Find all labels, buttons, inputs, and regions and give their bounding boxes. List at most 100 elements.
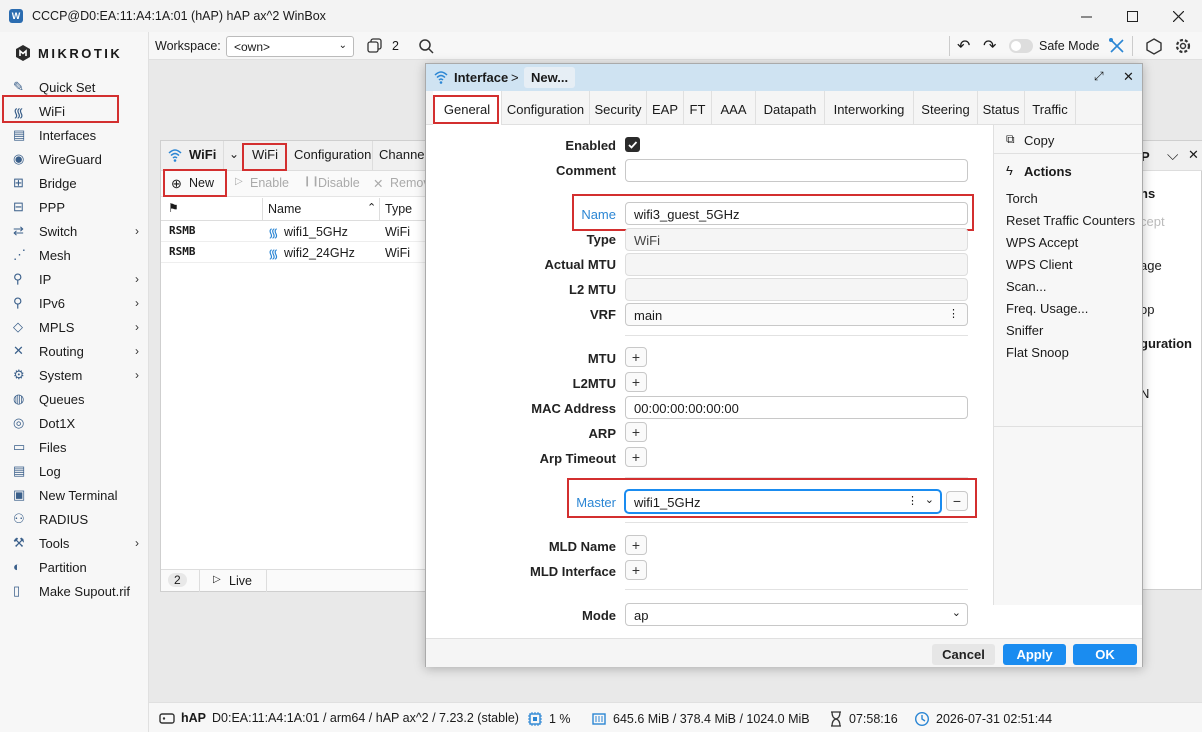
action-freq-usage[interactable]: Freq. Usage... [1006, 301, 1088, 316]
tools-icon: ⚒ [13, 535, 25, 550]
safe-mode-toggle[interactable] [1009, 39, 1033, 53]
arp-timeout-add-button[interactable]: + [625, 447, 647, 467]
mode-select[interactable]: ap ⌄ [625, 603, 968, 626]
sidebar-item-ip[interactable]: ⚲ IP › [0, 267, 149, 291]
enable-button[interactable]: Enable [250, 176, 289, 190]
sidebar-item-label: Interfaces [39, 128, 97, 143]
separator [625, 589, 968, 590]
sidebar-item-dot1x[interactable]: ◎ Dot1X [0, 411, 149, 435]
bridge-icon: ⊞ [13, 175, 24, 190]
restore-icon[interactable]: ⤢ [1094, 69, 1104, 84]
sidebar-item-make-supout-rif[interactable]: ▯ Make Supout.rif [0, 579, 149, 603]
tab-configuration[interactable]: Configuration [502, 91, 590, 125]
action-sniffer[interactable]: Sniffer [1006, 323, 1043, 338]
live-button[interactable]: Live [229, 574, 252, 588]
sidebar-item-log[interactable]: ▤ Log [0, 459, 149, 483]
copy-button[interactable]: Copy [1024, 133, 1054, 148]
row-count: 2 [168, 573, 187, 587]
chevron-down-icon[interactable]: ⌄ [229, 147, 239, 161]
tab-interworking[interactable]: Interworking [825, 91, 914, 125]
remove-button[interactable]: Remov [390, 176, 430, 190]
action-wps-accept[interactable]: WPS Accept [1006, 235, 1078, 250]
close-window-button[interactable] [1155, 0, 1201, 32]
tab-status[interactable]: Status [978, 91, 1025, 125]
gear-icon[interactable] [1174, 37, 1192, 55]
action-torch[interactable]: Torch [1006, 191, 1038, 206]
dot1x-icon: ◎ [13, 415, 25, 430]
sidebar-item-queues[interactable]: ◍ Queues [0, 387, 149, 411]
action-wps-client[interactable]: WPS Client [1006, 257, 1072, 272]
workspace-select[interactable]: <own> ⌄ [226, 36, 354, 57]
sidebar-item-ipv6[interactable]: ⚲ IPv6 › [0, 291, 149, 315]
enabled-checkbox[interactable] [625, 137, 640, 152]
sidebar-item-label: IPv6 [39, 296, 66, 311]
sidebar-item-files[interactable]: ▭ Files [0, 435, 149, 459]
l2-mtu-label: L2 MTU [569, 282, 616, 297]
tab-eap[interactable]: EAP [647, 91, 684, 125]
sidebar-item-interfaces[interactable]: ▤ Interfaces [0, 123, 149, 147]
minimize-button[interactable] [1063, 0, 1109, 32]
vrf-select[interactable]: main ⋮ [625, 303, 968, 326]
tab-channel[interactable]: Channel [379, 147, 427, 162]
table-header: ⚑ Name ⌃ Type [161, 198, 431, 221]
hierarchy-icon[interactable] [1108, 37, 1126, 55]
dialog-button-bar: Cancel Apply OK [426, 638, 1142, 667]
vrf-label: VRF [590, 307, 616, 322]
sidebar-item-new-terminal[interactable]: ▣ New Terminal [0, 483, 149, 507]
tab-steering[interactable]: Steering [914, 91, 978, 125]
sidebar-item-mesh[interactable]: ⋰ Mesh [0, 243, 149, 267]
mtu-add-button[interactable]: + [625, 347, 647, 367]
sidebar-item-tools[interactable]: ⚒ Tools › [0, 531, 149, 555]
wifi-window-header: WiFi ⌄ WiFi Configuration Channel [161, 141, 431, 171]
tab-datapath[interactable]: Datapath [756, 91, 825, 125]
mac-address-field[interactable]: 00:00:00:00:00:00 [625, 396, 968, 419]
tab-security[interactable]: Security [590, 91, 647, 125]
column-name[interactable]: Name [268, 202, 301, 216]
sidebar-item-system[interactable]: ⚙ System › [0, 363, 149, 387]
ok-button[interactable]: OK [1073, 644, 1137, 665]
table-row[interactable]: RSMB ᯾ wifi2_24GHz WiFi [161, 242, 431, 263]
table-row[interactable]: RSMB ᯾ wifi1_5GHz WiFi [161, 221, 431, 242]
apply-button[interactable]: Apply [1003, 644, 1066, 665]
close-icon[interactable]: ✕ [1123, 69, 1134, 85]
dialog-titlebar: Interface > New... ⤢ ✕ [426, 64, 1142, 91]
maximize-button[interactable] [1109, 0, 1155, 32]
column-type[interactable]: Type [385, 202, 412, 216]
disable-button[interactable]: Disable [318, 176, 360, 190]
arp-add-button[interactable]: + [625, 422, 647, 442]
sidebar-item-radius[interactable]: ⚇ RADIUS [0, 507, 149, 531]
windows-icon[interactable] [367, 38, 383, 54]
system-icon: ⚙ [13, 367, 25, 382]
sidebar-item-label: Bridge [39, 176, 77, 191]
mld-interface-add-button[interactable]: + [625, 560, 647, 580]
interfaces-icon: ▤ [13, 127, 26, 142]
action-scan[interactable]: Scan... [1006, 279, 1046, 294]
tab-configuration[interactable]: Configuration [294, 147, 371, 162]
dialog-title: New... [524, 67, 576, 88]
sidebar-item-wireguard[interactable]: ◉ WireGuard [0, 147, 149, 171]
undo-icon[interactable]: ↶ [957, 36, 970, 56]
tab-ft[interactable]: FT [684, 91, 712, 125]
action-flat-snoop[interactable]: Flat Snoop [1006, 345, 1069, 360]
memory-icon [591, 711, 607, 727]
sidebar-item-ppp[interactable]: ⊟ PPP [0, 195, 149, 219]
package-icon[interactable] [1145, 37, 1163, 55]
comment-field[interactable] [625, 159, 968, 182]
redo-icon[interactable]: ↷ [983, 36, 996, 56]
row-type: WiFi [385, 246, 410, 260]
tab-aaa[interactable]: AAA [712, 91, 756, 125]
cancel-button[interactable]: Cancel [932, 644, 995, 665]
sidebar-item-switch[interactable]: ⇄ Switch › [0, 219, 149, 243]
l2mtu-add-button[interactable]: + [625, 372, 647, 392]
sidebar-item-routing[interactable]: ✕ Routing › [0, 339, 149, 363]
sidebar-item-mpls[interactable]: ◇ MPLS › [0, 315, 149, 339]
mld-name-add-button[interactable]: + [625, 535, 647, 555]
sidebar-item-partition[interactable]: ◐ Partition [0, 555, 149, 579]
action-reset-traffic-counters[interactable]: Reset Traffic Counters [1006, 213, 1135, 228]
switch-icon: ⇄ [13, 223, 24, 238]
dialog-breadcrumb[interactable]: Interface [454, 70, 508, 85]
search-icon[interactable] [418, 38, 434, 54]
sidebar-item-bridge[interactable]: ⊞ Bridge [0, 171, 149, 195]
tab-traffic[interactable]: Traffic [1025, 91, 1076, 125]
new-button-highlight [163, 169, 227, 197]
